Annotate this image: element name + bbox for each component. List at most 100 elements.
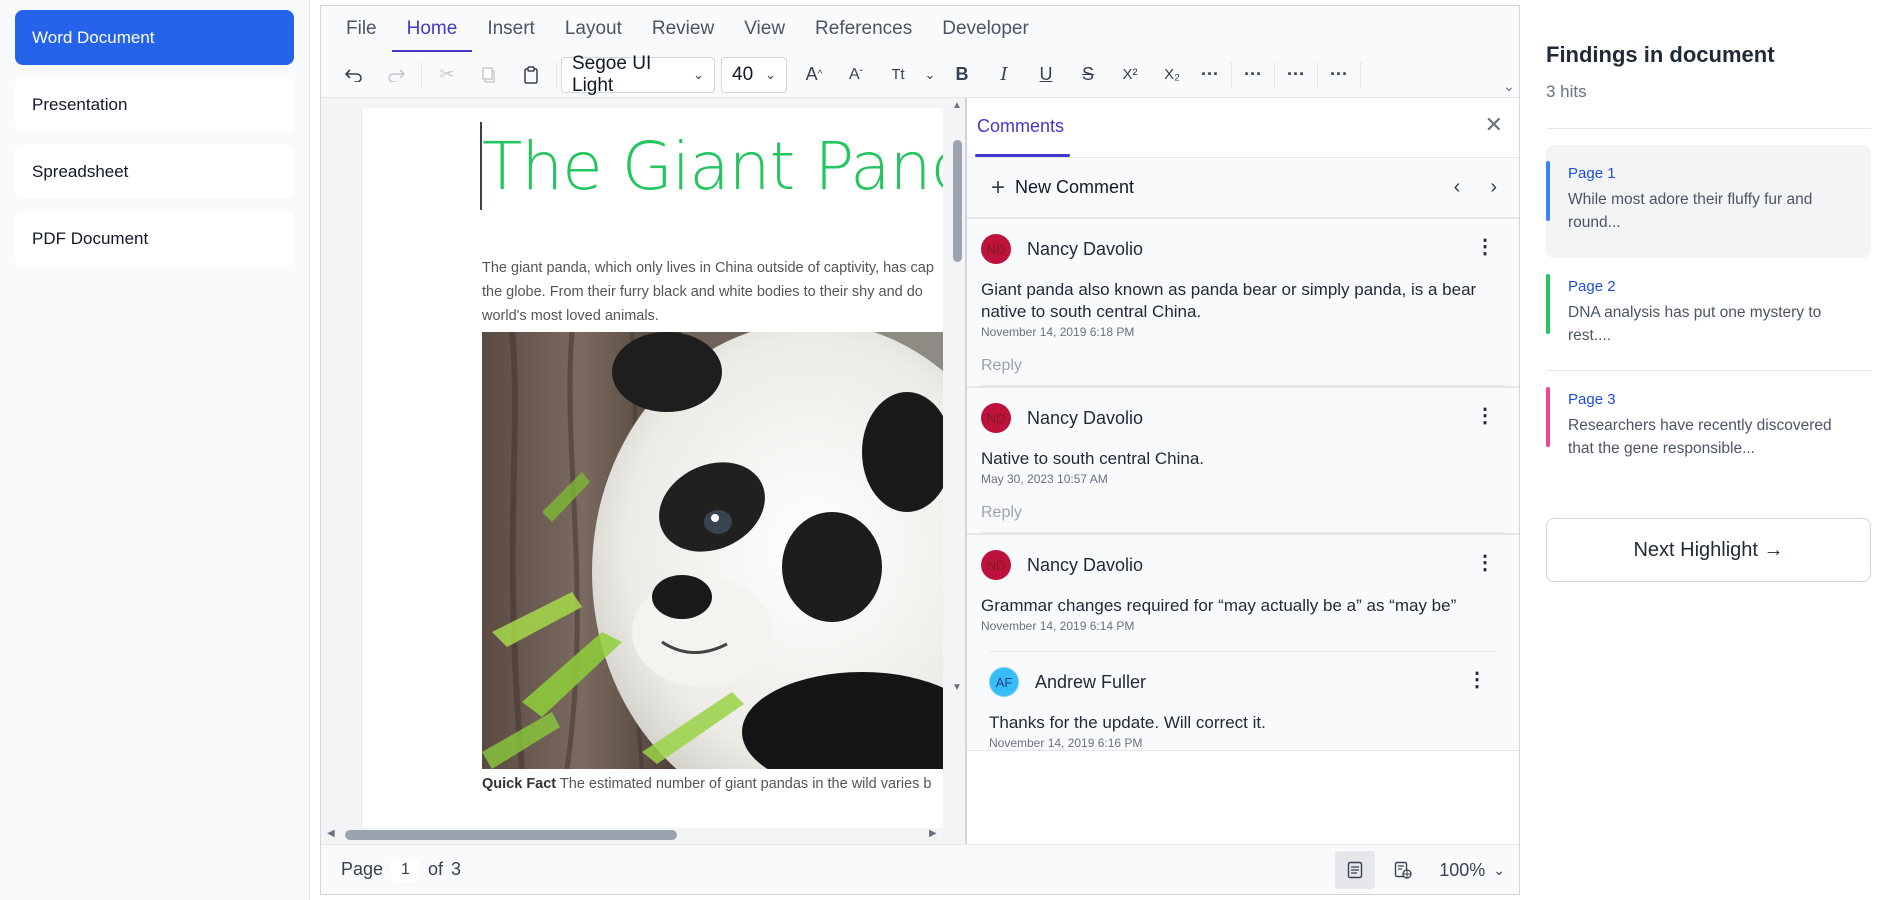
zoom-level[interactable]: 100%: [1439, 860, 1485, 881]
tab-comments[interactable]: Comments: [977, 116, 1064, 137]
shrink-font-icon[interactable]: Aˇ: [835, 57, 877, 93]
chevron-right-icon[interactable]: ›: [1490, 176, 1497, 199]
nav-item-spreadsheet[interactable]: Spreadsheet: [15, 144, 294, 199]
finding-color-bar: [1546, 274, 1550, 334]
more-vertical-icon[interactable]: ⋮: [1467, 670, 1487, 690]
nav-item-pdf-document[interactable]: PDF Document: [15, 211, 294, 266]
chevron-down-icon[interactable]: ⌄: [1493, 862, 1505, 879]
vertical-scrollbar[interactable]: ▲ ▼: [949, 98, 965, 832]
copy-icon[interactable]: [468, 57, 510, 93]
finding-item[interactable]: Page 1 While most adore their fluffy fur…: [1546, 145, 1871, 258]
menu-layout[interactable]: Layout: [550, 18, 637, 52]
comments-pane: Comments ✕ + New Comment ‹ › ND Nancy Da…: [965, 98, 1519, 844]
comment-date: November 14, 2019 6:14 PM: [981, 619, 1135, 633]
cut-icon[interactable]: ✂: [426, 57, 468, 93]
document-paragraph[interactable]: The giant panda, which only lives in Chi…: [482, 256, 943, 328]
comment-card[interactable]: ND Nancy Davolio ⋮ Grammar changes requi…: [967, 534, 1519, 751]
chevron-left-icon[interactable]: ‹: [1454, 176, 1461, 199]
chevron-down-icon: ⌄: [765, 66, 776, 82]
more-icon[interactable]: ···: [1279, 57, 1313, 93]
findings-count: 3 hits: [1546, 82, 1587, 101]
comment-date: May 30, 2023 10:57 AM: [981, 472, 1108, 486]
menu-home[interactable]: Home: [391, 18, 473, 52]
page-number-input[interactable]: 1: [391, 858, 420, 881]
web-layout-icon[interactable]: [1383, 851, 1423, 889]
new-comment-button[interactable]: New Comment: [1015, 177, 1134, 198]
page-total: 3: [450, 859, 461, 879]
comment-card[interactable]: ND Nancy Davolio ⋮ Native to south centr…: [967, 387, 1519, 534]
status-bar-controls: 100% ⌄: [1335, 851, 1505, 889]
divider: [1546, 128, 1871, 129]
more-vertical-icon[interactable]: ⋮: [1475, 406, 1495, 426]
font-family-value: Segoe UI Light: [572, 52, 652, 96]
plus-icon[interactable]: +: [991, 174, 1005, 202]
scroll-left-icon[interactable]: ◀: [327, 828, 335, 839]
nav-item-word-document[interactable]: Word Document: [15, 10, 294, 65]
status-bar: Page 1 of 3 100% ⌄: [321, 844, 1519, 894]
menu-review[interactable]: Review: [637, 18, 729, 52]
change-case-icon[interactable]: Tt: [877, 57, 919, 93]
image-caption[interactable]: Quick Fact The estimated number of giant…: [482, 776, 931, 792]
document-page[interactable]: The Giant Panda The giant panda, which o…: [361, 108, 943, 828]
scroll-down-icon[interactable]: ▼: [952, 682, 962, 693]
scroll-up-icon[interactable]: ▲: [952, 100, 962, 111]
more-icon[interactable]: ···: [1322, 57, 1356, 93]
of-label: of: [427, 859, 443, 879]
tab-underline: [975, 154, 1070, 157]
next-highlight-button[interactable]: Next Highlight →: [1546, 518, 1871, 582]
comment-text: Native to south central China.: [981, 449, 1205, 468]
document-title[interactable]: The Giant Panda: [482, 128, 943, 205]
menu-view[interactable]: View: [729, 18, 800, 52]
caption-text: The estimated number of giant pandas in …: [556, 776, 932, 792]
print-layout-icon[interactable]: [1335, 851, 1376, 889]
subscript-icon[interactable]: X₂: [1151, 57, 1193, 93]
font-size-select[interactable]: 40 ⌄: [721, 56, 787, 93]
paste-icon[interactable]: [510, 57, 552, 93]
comments-header: Comments ✕: [967, 98, 1519, 158]
menu-developer[interactable]: Developer: [927, 18, 1044, 52]
horizontal-scrollbar[interactable]: ◀ ▶: [321, 824, 965, 844]
findings-title: Findings in document: [1546, 42, 1775, 67]
scrollbar-thumb[interactable]: [345, 830, 677, 840]
chevron-down-icon: ⌄: [693, 66, 704, 82]
grow-font-icon[interactable]: A ^: [793, 57, 835, 93]
avatar: AF: [989, 667, 1019, 697]
strikethrough-icon[interactable]: S: [1067, 57, 1109, 93]
scroll-right-icon[interactable]: ▶: [929, 828, 937, 839]
scrollbar-thumb[interactable]: [953, 140, 962, 262]
more-vertical-icon[interactable]: ⋮: [1475, 553, 1495, 573]
comment-card[interactable]: ND Nancy Davolio ⋮ Giant panda also know…: [967, 218, 1519, 387]
findings-panel: Findings in document 3 hits Page 1 While…: [1522, 0, 1897, 900]
chevron-down-icon[interactable]: ⌄: [919, 57, 941, 93]
font-family-select[interactable]: Segoe UI Light ⌄: [561, 53, 715, 96]
reply-button[interactable]: Reply: [981, 504, 1505, 533]
comment-reply-thread: AF Andrew Fuller ⋮ Thanks for the update…: [989, 651, 1497, 750]
finding-item[interactable]: Page 2 DNA analysis has put one mystery …: [1546, 258, 1871, 371]
menu-file[interactable]: File: [331, 18, 392, 52]
menu-insert[interactable]: Insert: [472, 18, 550, 52]
redo-icon[interactable]: [375, 57, 417, 93]
panda-image[interactable]: [482, 332, 943, 769]
document-canvas[interactable]: The Giant Panda The giant panda, which o…: [321, 98, 965, 844]
close-icon[interactable]: ✕: [1485, 112, 1503, 138]
comment-text: Giant panda also known as panda bear or …: [981, 280, 1477, 321]
paragraph-line: world's most loved animals.: [482, 308, 659, 324]
font-size-value: 40: [732, 63, 754, 85]
bold-icon[interactable]: B: [941, 57, 983, 93]
italic-icon[interactable]: I: [983, 57, 1025, 93]
finding-text: While most adore their fluffy fur and ro…: [1568, 191, 1813, 231]
undo-icon[interactable]: [333, 57, 375, 93]
more-icon[interactable]: ···: [1236, 57, 1270, 93]
comment-header: ND Nancy Davolio ⋮: [981, 535, 1505, 595]
comment-text: Thanks for the update. Will correct it.: [989, 713, 1266, 732]
finding-item[interactable]: Page 3 Researchers have recently discove…: [1546, 371, 1871, 484]
more-icon[interactable]: ···: [1193, 57, 1227, 93]
underline-icon[interactable]: U: [1025, 57, 1067, 93]
superscript-icon[interactable]: X²: [1109, 57, 1151, 93]
nav-item-presentation[interactable]: Presentation: [15, 77, 294, 132]
finding-color-bar: [1546, 387, 1550, 447]
reply-button[interactable]: Reply: [981, 357, 1505, 386]
chevron-down-icon[interactable]: ⌄: [1503, 78, 1515, 95]
menu-references[interactable]: References: [800, 18, 927, 52]
more-vertical-icon[interactable]: ⋮: [1475, 237, 1495, 257]
